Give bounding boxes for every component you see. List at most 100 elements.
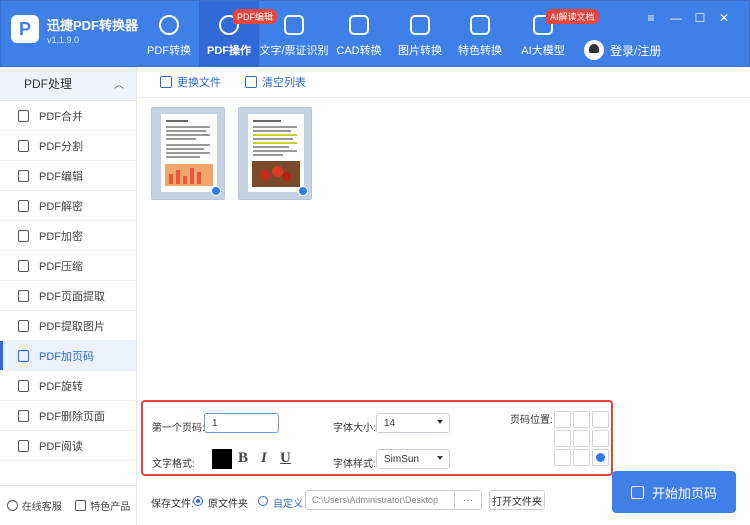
replace-file-button[interactable]: 更换文件 [160,74,221,90]
bold-button[interactable]: B [238,450,248,467]
edit-icon [18,169,29,182]
maximize-button[interactable]: ☐ [693,11,707,25]
position-top-center[interactable] [573,411,590,428]
sidebar-item-label: PDF加密 [39,230,83,243]
sidebar-item-merge[interactable]: PDF合并 [0,101,136,131]
image-icon [18,319,29,332]
nav-ocr[interactable]: 文字/票证识别 [259,1,329,68]
source-folder-label[interactable]: 原文件夹 [208,495,248,510]
shield-icon [18,229,29,242]
star-doc-icon [470,15,490,35]
sidebar-item-label: PDF合并 [39,110,83,123]
minimize-button[interactable]: — [669,11,683,25]
replace-file-label: 更换文件 [177,77,221,89]
sidebar-item-label: PDF删除页面 [39,410,105,423]
featured-products-button[interactable]: 特色产品 [75,498,130,513]
unlock-icon [18,199,29,212]
custom-folder-radio[interactable] [258,496,268,506]
open-folder-button[interactable]: 打开文件夹 [489,490,545,510]
compress-icon [18,259,29,272]
online-service-button[interactable]: 在线客服 [6,498,62,513]
add-file-icon [160,76,172,88]
sidebar-group-title: PDF处理 [24,77,73,91]
nav-label: CAD转换 [336,45,382,57]
sidebar-item-split[interactable]: PDF分割 [0,131,136,161]
sidebar-item-encrypt[interactable]: PDF加密 [0,221,136,251]
output-path-input[interactable]: C:\Users\Administrator\Desktop [305,490,455,510]
clear-list-button[interactable]: 清空列表 [245,74,306,90]
close-button[interactable]: ✕ [717,11,731,25]
position-label: 页码位置: [510,415,553,426]
font-family-value: SimSun [384,453,420,465]
page-preview [161,114,217,192]
sidebar-item-label: PDF阅读 [39,440,83,453]
app-name: 迅捷PDF转换器 [47,18,139,33]
sidebar-item-read[interactable]: PDF阅读 [0,431,136,461]
file-thumbnail[interactable] [151,107,225,200]
sidebar-item-edit[interactable]: PDF编辑 [0,161,136,191]
position-middle-center[interactable] [573,430,590,447]
start-button-label: 开始加页码 [651,485,717,501]
nav-cad[interactable]: CAD转换 [335,1,383,68]
page-number-settings: 第一个页码: 1 字体大小: 14 页码位置: 文字格式: B I U 字体样式… [141,400,613,476]
page-number-icon [630,485,644,499]
start-add-page-numbers-button[interactable]: 开始加页码 [612,471,736,513]
position-middle-right[interactable] [592,430,609,447]
nav-image[interactable]: 图片转换 [397,1,443,68]
sidebar-item-rotate[interactable]: PDF旋转 [0,371,136,401]
login-button[interactable]: 登录/注册 [584,40,661,60]
selected-check-icon[interactable] [211,186,221,196]
first-page-input[interactable]: 1 [204,413,279,433]
scan-icon [284,15,304,35]
sidebar-item-delete-pages[interactable]: PDF删除页面 [0,401,136,431]
italic-button[interactable]: I [261,450,267,467]
delete-page-icon [18,409,29,422]
sidebar-item-label: PDF解密 [39,200,83,213]
sidebar-item-decrypt[interactable]: PDF解密 [0,191,136,221]
font-family-select[interactable]: SimSun [376,449,450,469]
sidebar-item-label: PDF加页码 [39,350,94,363]
sidebar-item-label: PDF分割 [39,140,83,153]
underline-button[interactable]: U [280,450,291,467]
text-color-swatch[interactable] [212,449,232,469]
position-middle-left[interactable] [554,430,571,447]
font-size-select[interactable]: 14 [376,413,450,433]
sidebar-item-add-page-numbers[interactable]: PDF加页码 [0,341,136,371]
font-size-value: 14 [384,417,396,429]
font-family-label: 字体样式: [333,459,376,470]
nav-label: PDF操作 [207,45,251,57]
menu-button[interactable]: ≡ [644,11,658,25]
position-bottom-right[interactable] [592,449,609,466]
sidebar-item-label: PDF编辑 [39,170,83,183]
position-top-left[interactable] [554,411,571,428]
position-bottom-center[interactable] [573,449,590,466]
chevron-down-icon [437,420,443,424]
position-top-right[interactable] [592,411,609,428]
selected-check-icon[interactable] [298,186,308,196]
trash-icon [245,76,257,88]
sidebar-item-extract-pages[interactable]: PDF页面提取 [0,281,136,311]
nav-special[interactable]: 特色转换 [457,1,503,68]
sidebar-item-extract-images[interactable]: PDF提取图片 [0,311,136,341]
nav-pdf-convert[interactable]: PDF转换 [143,1,195,68]
top-bar: P 迅捷PDF转换器 v1.1.9.0 PDF转换 PDF操作 PDF编辑 文字… [0,0,750,68]
file-thumbnail[interactable] [238,107,312,200]
book-icon [18,439,29,452]
sidebar-item-label: PDF压缩 [39,260,83,273]
sidebar-group-header[interactable]: PDF处理 ︿ [0,67,136,101]
refresh-doc-icon [159,15,179,35]
custom-folder-label[interactable]: 自定义 [273,495,303,510]
merge-icon [18,109,29,122]
sidebar-item-label: PDF提取图片 [39,320,105,333]
page-preview [248,114,304,192]
position-bottom-left[interactable] [554,449,571,466]
source-folder-radio[interactable] [193,496,203,506]
nav-label: 特色转换 [458,45,502,57]
browse-button[interactable]: ··· [454,490,482,510]
text-style-label: 文字格式: [152,459,195,470]
page-number-icon [18,349,29,362]
save-location-label: 保存文件: [151,499,194,510]
featured-products-label: 特色产品 [90,502,131,513]
app-logo: P [11,15,39,43]
sidebar-item-compress[interactable]: PDF压缩 [0,251,136,281]
